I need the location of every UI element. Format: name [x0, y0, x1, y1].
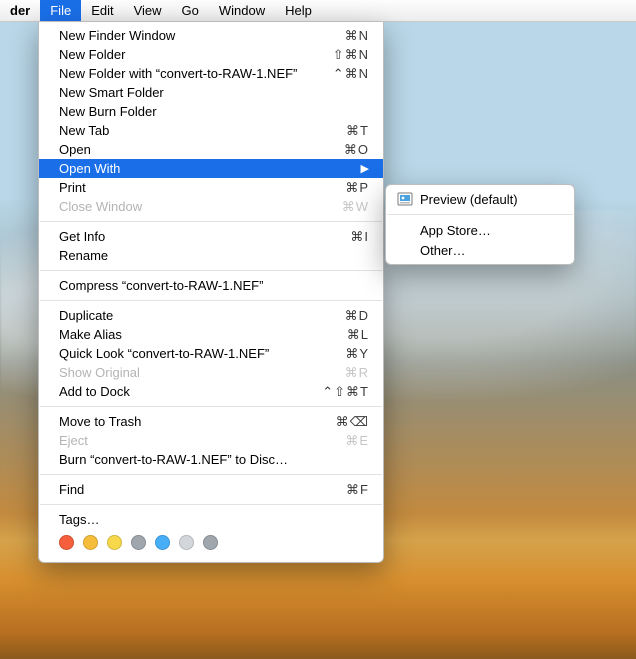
menubar-item-edit[interactable]: Edit	[81, 0, 123, 21]
menu-item-label: Quick Look “convert-to-RAW-1.NEF”	[59, 346, 315, 361]
menu-separator	[40, 221, 382, 222]
menu-item-label: New Folder with “convert-to-RAW-1.NEF”	[59, 66, 315, 81]
menu-item-burn-convert-to-raw-1-nef-to-disc[interactable]: Burn “convert-to-RAW-1.NEF” to Disc…	[39, 450, 383, 469]
menu-item-compress-convert-to-raw-1-nef[interactable]: Compress “convert-to-RAW-1.NEF”	[39, 276, 383, 295]
menu-item-shortcut: ⌘T	[315, 123, 369, 139]
menu-item-shortcut: ⌘O	[315, 142, 369, 158]
menu-item-rename[interactable]: Rename	[39, 246, 383, 265]
menu-item-label: New Tab	[59, 123, 315, 138]
tag-dot-0[interactable]	[59, 535, 74, 550]
menu-item-label: Open	[59, 142, 315, 157]
menu-item-label: Make Alias	[59, 327, 315, 342]
menu-item-shortcut: ⌘⌫	[315, 414, 369, 430]
app-name: der	[0, 0, 40, 21]
menu-item-shortcut: ⌘F	[315, 482, 369, 498]
menu-item-shortcut: ⌘D	[315, 308, 369, 324]
menu-item-label: Show Original	[59, 365, 315, 380]
menu-item-close-window: Close Window⌘W	[39, 197, 383, 216]
submenu-item-app-store[interactable]: App Store…	[386, 220, 574, 240]
menu-item-move-to-trash[interactable]: Move to Trash⌘⌫	[39, 412, 383, 431]
menu-item-shortcut: ⌘R	[315, 365, 369, 381]
menubar-item-view[interactable]: View	[124, 0, 172, 21]
menu-item-label: New Finder Window	[59, 28, 315, 43]
menu-separator	[40, 300, 382, 301]
tag-dot-4[interactable]	[155, 535, 170, 550]
menu-item-label: Compress “convert-to-RAW-1.NEF”	[59, 278, 369, 293]
menu-item-duplicate[interactable]: Duplicate⌘D	[39, 306, 383, 325]
menubar-item-go[interactable]: Go	[172, 0, 209, 21]
tag-dot-1[interactable]	[83, 535, 98, 550]
menu-separator	[40, 270, 382, 271]
menu-item-shortcut: ⌃⌘N	[315, 66, 369, 82]
submenu-item-label: Other…	[420, 243, 466, 258]
tags-row	[39, 529, 383, 554]
menu-item-shortcut: ⌘P	[315, 180, 369, 196]
menu-item-shortcut: ⇧⌘N	[315, 47, 369, 63]
menu-item-label: Open With	[59, 161, 351, 176]
menu-item-shortcut: ⌘Y	[315, 346, 369, 362]
menu-item-make-alias[interactable]: Make Alias⌘L	[39, 325, 383, 344]
menu-item-label: Move to Trash	[59, 414, 315, 429]
menu-item-label: Burn “convert-to-RAW-1.NEF” to Disc…	[59, 452, 369, 467]
menubar-item-help[interactable]: Help	[275, 0, 322, 21]
file-menu: New Finder Window⌘NNew Folder⇧⌘NNew Fold…	[38, 22, 384, 563]
menubar-item-window[interactable]: Window	[209, 0, 275, 21]
menu-item-shortcut: ⌃⇧⌘T	[315, 384, 369, 400]
menu-item-label: Duplicate	[59, 308, 315, 323]
menu-separator	[40, 406, 382, 407]
menu-item-label: Rename	[59, 248, 369, 263]
menu-item-new-smart-folder[interactable]: New Smart Folder	[39, 83, 383, 102]
blank-icon	[396, 242, 414, 258]
preview-icon	[396, 191, 414, 207]
tag-dot-3[interactable]	[131, 535, 146, 550]
menu-item-label: Add to Dock	[59, 384, 315, 399]
menu-item-open[interactable]: Open⌘O	[39, 140, 383, 159]
menu-separator	[40, 504, 382, 505]
menu-item-tags[interactable]: Tags…	[39, 510, 383, 529]
menu-item-label: Tags…	[59, 512, 369, 527]
blank-icon	[396, 222, 414, 238]
tag-dot-5[interactable]	[179, 535, 194, 550]
submenu-item-preview-default[interactable]: Preview (default)	[386, 189, 574, 209]
menu-item-print[interactable]: Print⌘P	[39, 178, 383, 197]
submenu-separator	[387, 214, 573, 215]
menubar: der FileEditViewGoWindowHelp	[0, 0, 636, 22]
menu-item-show-original: Show Original⌘R	[39, 363, 383, 382]
submenu-item-label: Preview (default)	[420, 192, 518, 207]
menu-item-get-info[interactable]: Get Info⌘I	[39, 227, 383, 246]
menu-item-label: Find	[59, 482, 315, 497]
menu-item-new-folder[interactable]: New Folder⇧⌘N	[39, 45, 383, 64]
menu-item-label: Close Window	[59, 199, 315, 214]
menu-item-label: Get Info	[59, 229, 315, 244]
menu-item-new-folder-with-convert-to-raw-1-nef[interactable]: New Folder with “convert-to-RAW-1.NEF”⌃⌘…	[39, 64, 383, 83]
menu-item-add-to-dock[interactable]: Add to Dock⌃⇧⌘T	[39, 382, 383, 401]
menu-item-open-with[interactable]: Open With ▶	[39, 159, 383, 178]
menu-item-label: Eject	[59, 433, 315, 448]
tag-dot-2[interactable]	[107, 535, 122, 550]
menu-item-find[interactable]: Find⌘F	[39, 480, 383, 499]
menu-separator	[40, 474, 382, 475]
submenu-arrow-icon: ▶	[355, 162, 369, 175]
submenu-item-other[interactable]: Other…	[386, 240, 574, 260]
submenu-item-label: App Store…	[420, 223, 491, 238]
menu-item-label: New Folder	[59, 47, 315, 62]
menu-item-shortcut: ⌘N	[315, 28, 369, 44]
menu-item-label: New Burn Folder	[59, 104, 369, 119]
menu-item-shortcut: ⌘L	[315, 327, 369, 343]
menu-item-new-burn-folder[interactable]: New Burn Folder	[39, 102, 383, 121]
menu-item-label: New Smart Folder	[59, 85, 369, 100]
menu-item-label: Print	[59, 180, 315, 195]
menu-item-shortcut: ⌘I	[315, 229, 369, 245]
menu-item-new-tab[interactable]: New Tab⌘T	[39, 121, 383, 140]
menubar-item-file[interactable]: File	[40, 0, 81, 21]
menu-item-shortcut: ⌘W	[315, 199, 369, 215]
menu-item-shortcut: ⌘E	[315, 433, 369, 449]
menu-item-quick-look-convert-to-raw-1-nef[interactable]: Quick Look “convert-to-RAW-1.NEF”⌘Y	[39, 344, 383, 363]
menu-item-new-finder-window[interactable]: New Finder Window⌘N	[39, 26, 383, 45]
tag-dot-6[interactable]	[203, 535, 218, 550]
menu-item-eject: Eject⌘E	[39, 431, 383, 450]
open-with-submenu: Preview (default) App Store… Other…	[385, 184, 575, 265]
